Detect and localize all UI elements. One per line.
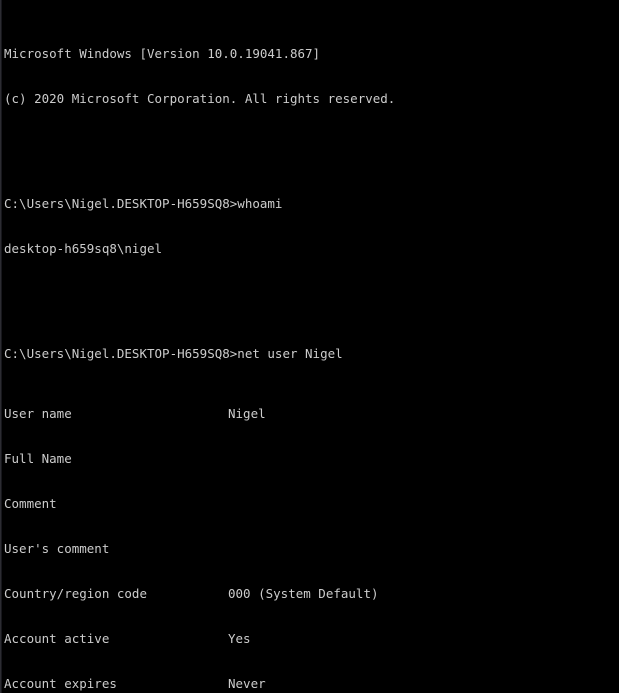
command-prompt-window[interactable]: Microsoft Windows [Version 10.0.19041.86…: [0, 0, 619, 693]
net-user-row: Full Name: [4, 451, 616, 466]
row-label: Country/region code: [4, 586, 147, 601]
net-user-row: Account active Yes: [4, 631, 616, 646]
command-text: whoami: [237, 196, 283, 211]
prompt-path: C:\Users\Nigel.DESKTOP-H659SQ8>: [4, 196, 238, 211]
row-value: Nigel: [228, 406, 266, 421]
row-label: Account expires: [4, 676, 117, 691]
row-label: Comment: [4, 496, 57, 511]
net-user-row: Comment: [4, 496, 616, 511]
command-line-net-user[interactable]: C:\Users\Nigel.DESKTOP-H659SQ8>net user …: [4, 346, 616, 361]
whoami-output: desktop-h659sq8\nigel: [4, 241, 163, 256]
banner-line-1: Microsoft Windows [Version 10.0.19041.86…: [4, 46, 321, 61]
console-text-buffer[interactable]: Microsoft Windows [Version 10.0.19041.86…: [4, 1, 616, 693]
command-line-whoami[interactable]: C:\Users\Nigel.DESKTOP-H659SQ8>whoami: [4, 196, 616, 211]
row-label: User name: [4, 406, 72, 421]
net-user-row: User name Nigel: [4, 406, 616, 421]
net-user-row: User's comment: [4, 541, 616, 556]
prompt-path: C:\Users\Nigel.DESKTOP-H659SQ8>: [4, 346, 238, 361]
net-user-row: Country/region code 000 (System Default): [4, 586, 616, 601]
banner-line-2: (c) 2020 Microsoft Corporation. All righ…: [4, 91, 396, 106]
net-user-row: Account expires Never: [4, 676, 616, 691]
row-label: User's comment: [4, 541, 110, 556]
row-value: Yes: [228, 631, 251, 646]
row-value: 000 (System Default): [228, 586, 379, 601]
window-left-edge-strip: [0, 0, 2, 693]
row-label: Full Name: [4, 451, 72, 466]
row-label: Account active: [4, 631, 110, 646]
command-text: net user Nigel: [237, 346, 343, 361]
row-value: Never: [228, 676, 266, 691]
